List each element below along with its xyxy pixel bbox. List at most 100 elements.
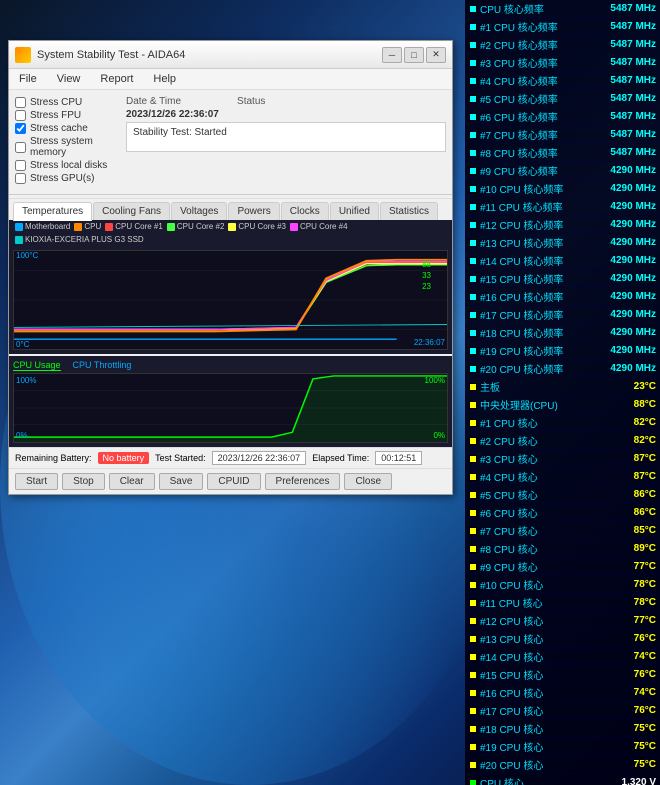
sensor-bullet: [469, 131, 477, 139]
sensor-value: 4290 MHz: [610, 201, 656, 212]
sensor-name: #7 CPU 核心频率: [480, 127, 606, 142]
app-icon: [15, 47, 31, 63]
clear-button[interactable]: Clear: [109, 473, 155, 490]
sensor-name: #5 CPU 核心频率: [480, 91, 606, 106]
bottom-bar: Remaining Battery: No battery Test Start…: [9, 447, 452, 468]
legend-color: [105, 223, 113, 231]
sensor-row: #18 CPU 核心75°C: [465, 720, 660, 738]
checkbox-stress-cache[interactable]: Stress cache: [15, 122, 120, 135]
sensor-bullet: [469, 59, 477, 67]
elapsed-value: 00:12:51: [375, 451, 422, 465]
cpuid-button[interactable]: CPUID: [207, 473, 260, 490]
sensor-value: 82°C: [634, 435, 656, 446]
sensor-row: #16 CPU 核心 74°C: [465, 684, 660, 702]
sensor-name: #4 CPU 核心频率: [480, 73, 606, 88]
sensor-value: 76°C: [634, 705, 656, 716]
sensor-row: #12 CPU 核心频率4290 MHz: [465, 216, 660, 234]
sensor-name: #7 CPU 核心: [480, 523, 630, 538]
sensor-value: 76°C: [634, 669, 656, 680]
checkbox-stress-fpu[interactable]: Stress FPU: [15, 109, 120, 122]
sensor-name: #16 CPU 核心频率: [480, 289, 606, 304]
usage-y-min: 0%: [16, 431, 28, 440]
start-button[interactable]: Start: [15, 473, 58, 490]
sensor-row: #15 CPU 核心76°C: [465, 666, 660, 684]
tab-voltages[interactable]: Voltages: [171, 202, 227, 220]
sensor-value: 86°C: [634, 489, 656, 500]
checkbox-stress-local-disks[interactable]: Stress local disks: [15, 159, 120, 172]
sensor-bullet: [469, 491, 477, 499]
checkbox-label: Stress system memory: [30, 136, 120, 158]
sensor-value: 5487 MHz: [610, 57, 656, 68]
tab-cooling-fans[interactable]: Cooling Fans: [93, 202, 170, 220]
tab-statistics[interactable]: Statistics: [380, 202, 438, 220]
sensor-name: #5 CPU 核心: [480, 487, 630, 502]
sensor-value: 4290 MHz: [610, 327, 656, 338]
sensor-name: #13 CPU 核心频率: [480, 235, 606, 250]
tab-cpu-usage[interactable]: CPU Usage: [13, 360, 61, 371]
sensor-name: #16 CPU 核心: [480, 685, 630, 700]
sensor-row: #19 CPU 核心75°C: [465, 738, 660, 756]
sensor-value: 4290 MHz: [610, 237, 656, 248]
sensor-name: #17 CPU 核心频率: [480, 307, 606, 322]
close-button[interactable]: Close: [344, 473, 392, 490]
sensor-value: 87°C: [634, 471, 656, 482]
sensor-row: #19 CPU 核心频率4290 MHz: [465, 342, 660, 360]
sensor-bullet: [469, 275, 477, 283]
datetime-row: Date & Time Status: [126, 96, 446, 107]
tab-powers[interactable]: Powers: [228, 202, 279, 220]
sensor-row: #14 CPU 核心频率4290 MHz: [465, 252, 660, 270]
sensor-bullet: [469, 635, 477, 643]
maximize-button[interactable]: □: [404, 47, 424, 63]
sensor-bullet: [469, 95, 477, 103]
tab-clocks[interactable]: Clocks: [281, 202, 329, 220]
sensor-row: #12 CPU 核心77°C: [465, 612, 660, 630]
status-box: Stability Test: Started: [126, 122, 446, 152]
sensor-bullet: [469, 455, 477, 463]
checkbox-stress-system-memory[interactable]: Stress system memory: [15, 135, 120, 159]
temp-chart-svg: [14, 251, 447, 349]
sensor-value: 76°C: [634, 633, 656, 644]
sensor-row: CPU 核心频率5487 MHz: [465, 0, 660, 18]
sensor-value: 4290 MHz: [610, 363, 656, 374]
preferences-button[interactable]: Preferences: [265, 473, 341, 490]
sensor-value: 5487 MHz: [610, 129, 656, 140]
sensor-row: #20 CPU 核心频率4290 MHz: [465, 360, 660, 378]
sensor-row: #18 CPU 核心频率4290 MHz: [465, 324, 660, 342]
remaining-battery-label: Remaining Battery:: [15, 453, 92, 463]
sensor-value: 5487 MHz: [610, 147, 656, 158]
sensor-bullet: [469, 329, 477, 337]
sensor-value: 4290 MHz: [610, 309, 656, 320]
sensor-row: #2 CPU 核心频率5487 MHz: [465, 36, 660, 54]
checkbox-stress-cpu[interactable]: Stress CPU: [15, 96, 120, 109]
menu-view[interactable]: View: [51, 71, 87, 87]
sensor-bullet: [469, 365, 477, 373]
sensor-bullet: [469, 509, 477, 517]
menu-file[interactable]: File: [13, 71, 43, 87]
menu-help[interactable]: Help: [147, 71, 182, 87]
sensor-name: #14 CPU 核心: [480, 649, 630, 664]
sensor-bullet: [469, 383, 477, 391]
status-label: Status: [237, 96, 265, 107]
checkbox-stress-gpu(s)[interactable]: Stress GPU(s): [15, 172, 120, 185]
sensor-name: #12 CPU 核心频率: [480, 217, 606, 232]
sensor-name: #9 CPU 核心: [480, 559, 630, 574]
status-value: Stability Test: Started: [133, 127, 227, 138]
sensor-value: 74°C: [634, 687, 656, 698]
menu-report[interactable]: Report: [94, 71, 139, 87]
sensor-name: #15 CPU 核心频率: [480, 271, 606, 286]
sensor-row: #1 CPU 核心频率5487 MHz: [465, 18, 660, 36]
sensor-bullet: [469, 725, 477, 733]
sensor-bullet: [469, 563, 477, 571]
tab-temperatures[interactable]: Temperatures: [13, 202, 92, 221]
sensor-row: #17 CPU 核心76°C: [465, 702, 660, 720]
sensor-bullet: [469, 311, 477, 319]
minimize-button[interactable]: ─: [382, 47, 402, 63]
sensor-bullet: [469, 599, 477, 607]
save-button[interactable]: Save: [159, 473, 204, 490]
stop-button[interactable]: Stop: [62, 473, 105, 490]
tab-unified[interactable]: Unified: [330, 202, 379, 220]
close-button[interactable]: ✕: [426, 47, 446, 63]
chart-y-min: 0°C: [16, 340, 38, 349]
sensor-name: #11 CPU 核心频率: [480, 199, 606, 214]
tab-cpu-throttling[interactable]: CPU Throttling: [73, 360, 132, 371]
